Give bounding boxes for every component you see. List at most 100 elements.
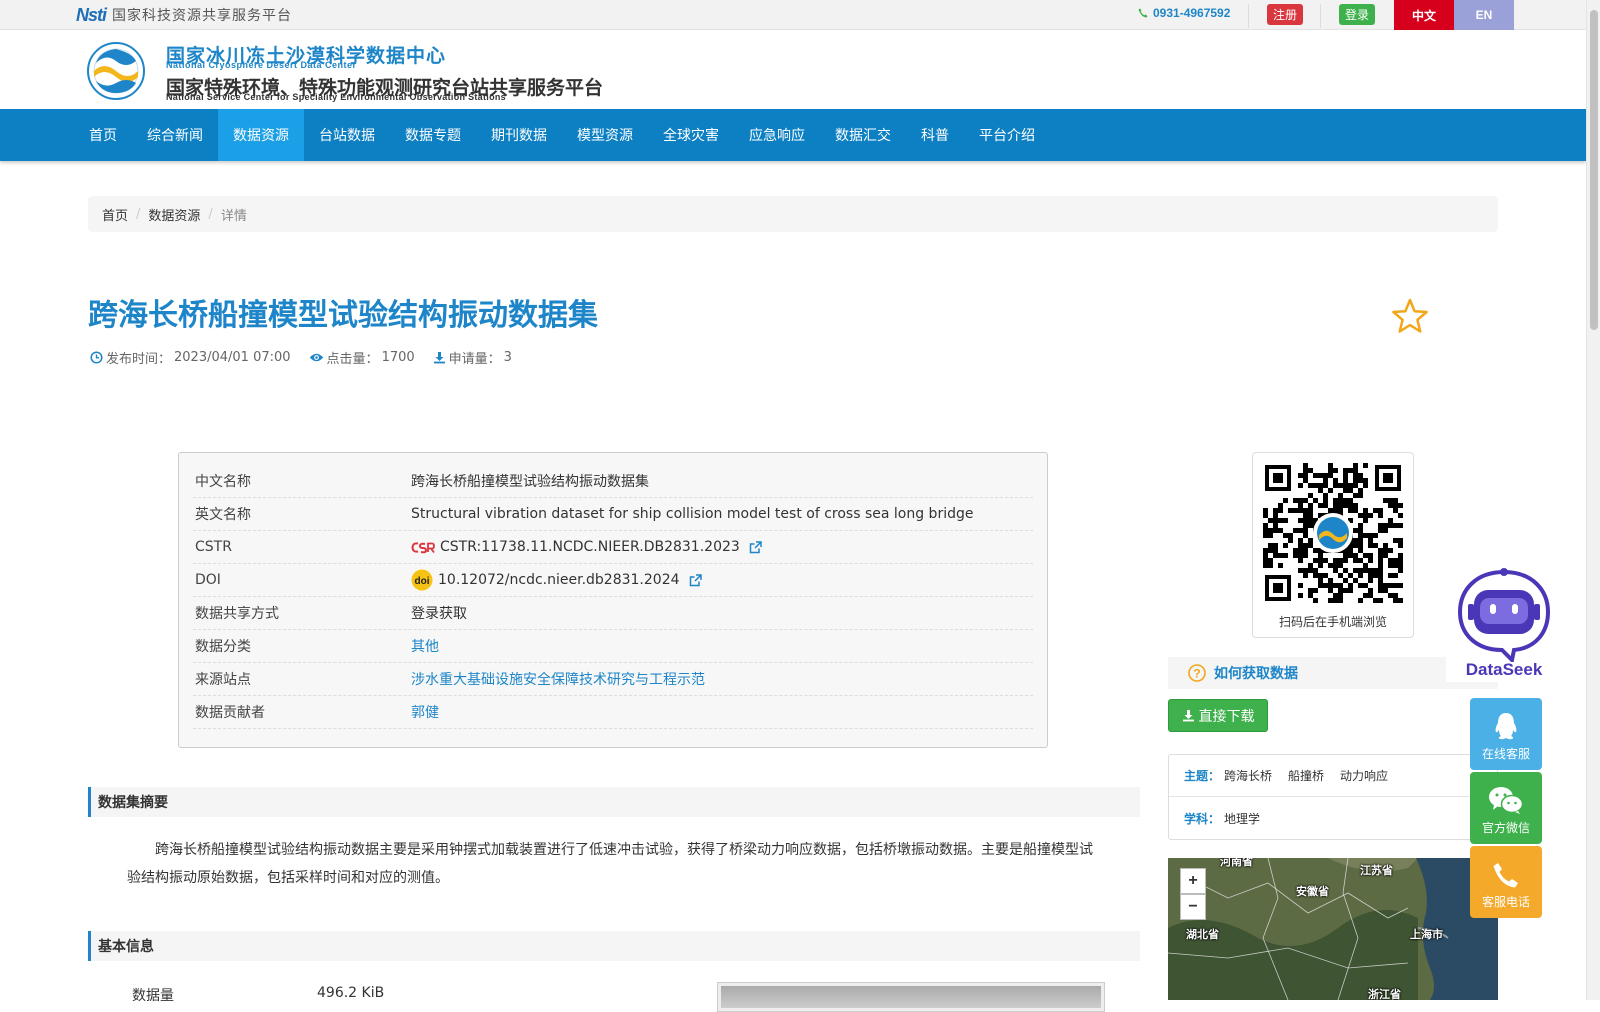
nav-item-home[interactable]: 首页: [74, 109, 132, 161]
source-station-link[interactable]: 涉水重大基础设施安全保障技术研究与工程示范: [411, 669, 705, 689]
table-row: 中文名称 跨海长桥船撞模型试验结构振动数据集: [193, 465, 1033, 498]
nav-item-science[interactable]: 科普: [906, 109, 964, 161]
nav-item-model-resources[interactable]: 模型资源: [562, 109, 648, 161]
dataset-title: 跨海长桥船撞模型试验结构振动数据集: [88, 298, 598, 333]
qr-card: 扫码后在手机端浏览: [1252, 452, 1414, 638]
nav-item-station-data[interactable]: 台站数据: [304, 109, 390, 161]
row-value: 跨海长桥船撞模型试验结构振动数据集: [411, 474, 649, 490]
request-count: 申请量： 3: [433, 348, 512, 367]
nav-item-data-submission[interactable]: 数据汇交: [820, 109, 906, 161]
requests-label: 申请量：: [448, 352, 501, 367]
subject-tag[interactable]: 地理学: [1224, 810, 1260, 827]
cstr-value[interactable]: CSTR:11738.11.NCDC.NIEER.DB2831.2023: [440, 539, 740, 555]
doi-value[interactable]: 10.12072/ncdc.nieer.db2831.2024: [438, 572, 680, 588]
row-label: DOI: [195, 572, 221, 588]
doi-logo-icon: doi: [411, 569, 433, 591]
row-label: 数据分类: [195, 639, 251, 655]
row-value: CSTR:11738.11.NCDC.NIEER.DB2831.2023: [411, 539, 762, 555]
map-label: 上海市: [1410, 928, 1443, 941]
publish-time: 发布时间： 2023/04/01 07:00: [90, 348, 291, 367]
volume-label: 数据量: [132, 988, 174, 1004]
subject-row: 学科： 地理学: [1169, 797, 1497, 839]
nav-item-data-topics[interactable]: 数据专题: [390, 109, 476, 161]
category-link[interactable]: 其他: [411, 636, 439, 656]
map-label: 湖北省: [1186, 928, 1219, 941]
scrollbar-thumb[interactable]: [1590, 10, 1598, 330]
nav-item-emergency[interactable]: 应急响应: [734, 109, 820, 161]
topic-tag[interactable]: 动力响应: [1340, 767, 1388, 784]
table-row: DOI doi 10.12072/ncdc.nieer.db2831.2024: [193, 564, 1033, 597]
nav-list: 首页 综合新闻 数据资源 台站数据 数据专题 期刊数据 模型资源 全球灾害 应急…: [74, 109, 1050, 161]
direct-download-button[interactable]: 直接下载: [1168, 699, 1268, 732]
favorite-star-icon[interactable]: [1391, 298, 1429, 334]
breadcrumb-separator: /: [208, 206, 213, 222]
breadcrumb-current: 详情: [220, 208, 247, 224]
breadcrumb-data-resources[interactable]: 数据资源: [148, 205, 200, 224]
download-icon: [1182, 710, 1194, 722]
cstr-logo-icon: [411, 541, 435, 553]
row-label: 中文名称: [195, 474, 251, 490]
hotline: 0931-4967592: [1138, 6, 1230, 20]
table-row: CSTR CSTR:11738.11.NCDC.NIEER.DB2831.202…: [193, 531, 1033, 564]
phone-service-button[interactable]: 客服电话: [1470, 846, 1542, 918]
center-logo[interactable]: [86, 41, 146, 101]
clock-icon: [90, 351, 103, 364]
table-row: 来源站点 涉水重大基础设施安全保障技术研究与工程示范: [193, 663, 1033, 696]
qr-caption: 扫码后在手机端浏览: [1278, 615, 1387, 629]
dataseek-assistant[interactable]: DataSeek: [1446, 566, 1562, 682]
page-scrollbar[interactable]: [1586, 0, 1600, 1000]
clicks-label: 点击量：: [326, 352, 379, 367]
dataseek-label: DataSeek: [1465, 660, 1543, 679]
dataset-thumbnail[interactable]: [717, 982, 1105, 1012]
dataset-meta: 发布时间： 2023/04/01 07:00 点击量： 1700 申请量： 3: [90, 348, 512, 367]
row-label: 数据共享方式: [195, 606, 279, 622]
online-service-button[interactable]: 在线客服: [1470, 698, 1542, 770]
qq-penguin-icon: [1495, 713, 1517, 740]
topic-label: 主题：: [1184, 769, 1221, 783]
map-zoom-in-button[interactable]: +: [1180, 868, 1206, 894]
download-icon: [433, 352, 445, 364]
click-count: 点击量： 1700: [309, 348, 415, 367]
external-link-icon[interactable]: [689, 573, 702, 587]
nav-item-global-disasters[interactable]: 全球灾害: [648, 109, 734, 161]
thumbnail-image: [721, 986, 1101, 1008]
requests-value: 3: [503, 350, 512, 365]
nav-item-data-resources[interactable]: 数据资源: [218, 109, 304, 161]
wechat-label: 官方微信: [1481, 821, 1530, 835]
svg-text:doi: doi: [415, 576, 430, 587]
qr-code: [1263, 463, 1403, 603]
how-to-label: 如何获取数据: [1214, 666, 1298, 682]
login-button[interactable]: 登录: [1339, 4, 1375, 25]
map-zoom-out-button[interactable]: −: [1180, 894, 1206, 920]
nav-item-news[interactable]: 综合新闻: [132, 109, 218, 161]
topic-tag[interactable]: 船撞桥: [1288, 767, 1324, 784]
eye-icon: [309, 353, 323, 362]
phone-service-label: 客服电话: [1481, 895, 1530, 909]
contributor-link[interactable]: 郭健: [411, 702, 439, 722]
question-icon: ?: [1188, 664, 1206, 682]
nav-item-journal-data[interactable]: 期刊数据: [476, 109, 562, 161]
row-label: CSTR: [195, 539, 232, 555]
lang-en-button[interactable]: EN: [1454, 0, 1514, 30]
topic-tag[interactable]: 跨海长桥: [1224, 767, 1272, 784]
row-label: 数据贡献者: [195, 705, 265, 721]
map-label: 江苏省: [1360, 864, 1393, 877]
table-row: 数据共享方式 登录获取: [193, 597, 1033, 630]
map-label: 安徽省: [1296, 885, 1329, 898]
nav-item-about[interactable]: 平台介绍: [964, 109, 1050, 161]
lang-zh-button[interactable]: 中文: [1394, 0, 1454, 30]
nsti-logo[interactable]: Nsti 国家科技资源共享服务平台: [76, 4, 292, 26]
robot-icon: [1457, 568, 1551, 662]
breadcrumb-home[interactable]: 首页: [102, 205, 128, 224]
platform-name-en: National Service Center for Speciality E…: [166, 92, 506, 102]
center-name-en: National Cryosphere Desert Data Center: [166, 60, 357, 70]
location-map[interactable]: + − 河南省 江苏省 安徽省 湖北省 上海市 浙江省: [1168, 858, 1498, 1000]
publish-value: 2023/04/01 07:00: [174, 350, 291, 365]
download-label: 直接下载: [1198, 708, 1255, 725]
register-button[interactable]: 注册: [1267, 4, 1303, 25]
wechat-button[interactable]: 官方微信: [1470, 772, 1542, 844]
publish-label: 发布时间：: [106, 352, 172, 367]
external-link-icon[interactable]: [749, 540, 762, 554]
volume-value: 496.2 KiB: [317, 985, 385, 1001]
phone-number: 0931-4967592: [1153, 6, 1231, 20]
